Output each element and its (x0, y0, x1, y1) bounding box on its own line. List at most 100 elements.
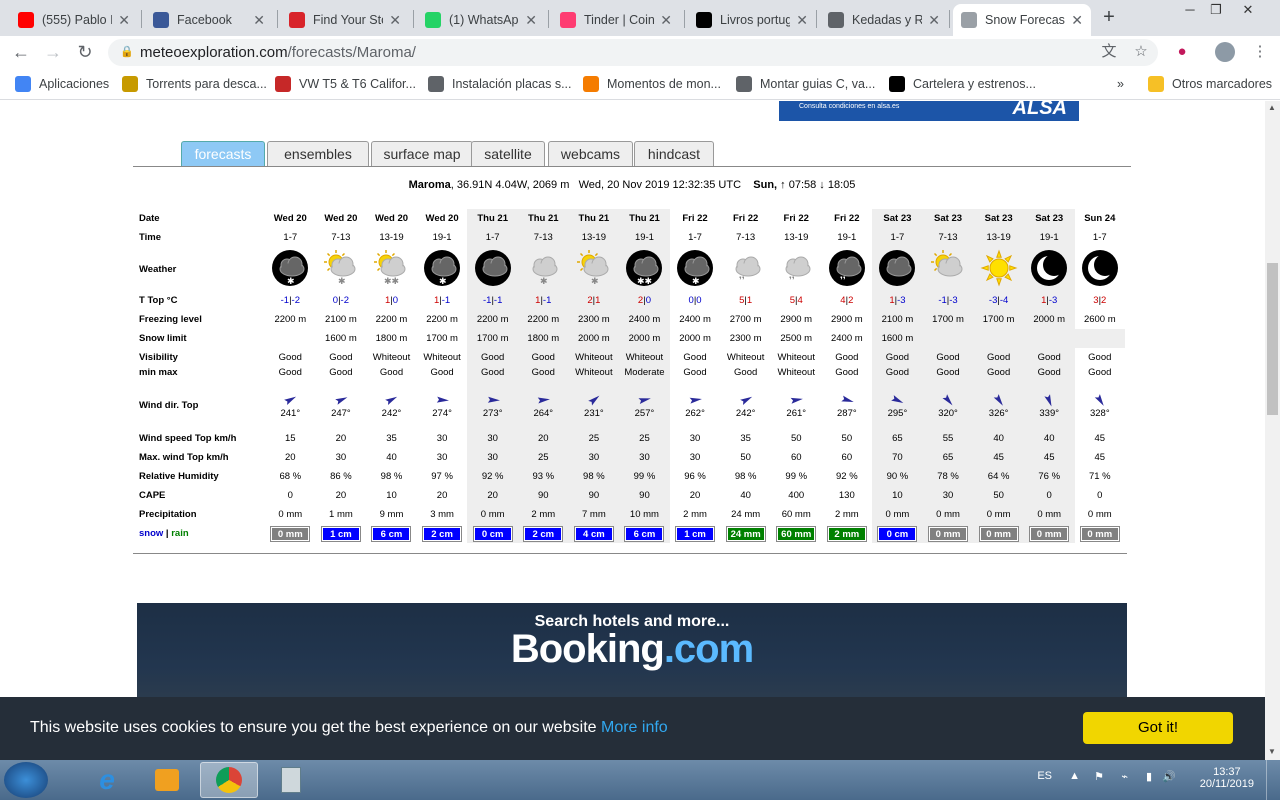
got-it-button[interactable]: Got it! (1083, 712, 1233, 744)
forecast-cell: 78 % (922, 467, 974, 486)
site-tab-ensembles[interactable]: ensembles (267, 141, 369, 166)
close-tab-icon[interactable]: ✕ (253, 12, 265, 29)
wind-speed: 50 (790, 433, 802, 444)
bookmark-item[interactable]: Momentos de mon... (583, 75, 721, 93)
browser-tab[interactable]: Kedadas y Rutas ✕ (820, 4, 948, 36)
snow-limit: 2000 m (578, 333, 610, 344)
forecast-cell: 320° (922, 382, 974, 429)
profile-avatar[interactable] (1215, 42, 1235, 62)
media-player-icon[interactable] (138, 762, 196, 798)
bookmark-item[interactable]: Cartelera y estrenos... (889, 75, 1036, 93)
forecast-cell: 1-7 (872, 228, 923, 247)
precipitation: 2 mm (531, 509, 556, 520)
close-tab-icon[interactable]: ✕ (525, 12, 537, 29)
forecast-cell: 287° (822, 382, 873, 429)
row-label: Relative Humidity (139, 471, 219, 482)
forecast-cell: 0 mm (922, 505, 974, 524)
windows-taskbar: e ES ▲ ⚑ ⌁ ▮ 🔊 13:37 20/11/2019 (0, 760, 1280, 800)
forecast-cell: 2|0 (619, 291, 670, 310)
restore-button[interactable]: ❐ (1202, 0, 1230, 22)
wind-direction-arrow-icon (942, 394, 953, 406)
close-tab-icon[interactable]: ✕ (928, 12, 940, 29)
browser-tab[interactable]: Livros portugueses ✕ (688, 4, 816, 36)
cape-value: 20 (335, 490, 347, 501)
browser-tab[interactable]: (1) WhatsApp ✕ (417, 4, 545, 36)
relative-humidity: 96 % (684, 471, 706, 482)
flag-icon[interactable]: ⚑ (1094, 770, 1104, 783)
forecast-cell: 1700 m (417, 329, 468, 348)
forecast-cell: 2 cm (417, 524, 468, 543)
bookmark-item[interactable]: VW T5 & T6 Califor... (275, 75, 416, 93)
chrome-taskbar-icon[interactable] (200, 762, 258, 798)
other-bookmarks[interactable]: Otros marcadores (1148, 75, 1272, 93)
translate-icon[interactable]: 文 (1099, 42, 1119, 62)
address-bar[interactable]: 🔒 meteoexploration.com/forecasts/Maroma/ (108, 39, 1158, 66)
browser-tab[interactable]: Find Your Story ✕ (281, 4, 409, 36)
menu-dots-icon[interactable]: ⋮ (1250, 42, 1270, 62)
bookmark-item[interactable]: Montar guias C, va... (736, 75, 875, 93)
column-time: 13-19 (379, 232, 404, 243)
show-desktop-button[interactable] (1266, 760, 1280, 800)
precipitation: 2 mm (834, 509, 859, 520)
minimize-button[interactable]: ─ (1176, 0, 1204, 22)
visibility-min: Good (1088, 352, 1112, 363)
calculator-icon[interactable] (262, 762, 320, 798)
volume-icon[interactable]: 🔊 (1162, 770, 1176, 783)
close-window-button[interactable]: ✕ (1234, 0, 1262, 22)
clock[interactable]: 13:37 20/11/2019 (1200, 766, 1254, 790)
network-icon[interactable]: ▮ (1146, 770, 1152, 783)
visibility-min: Good (531, 352, 555, 363)
site-tab-surface-map[interactable]: surface map (371, 141, 473, 166)
extension-icon[interactable]: ● (1172, 42, 1192, 62)
alsa-ad-banner[interactable]: Consulta condiciones en alsa.es ALSA (779, 101, 1079, 121)
scroll-up-icon[interactable]: ▲ (1268, 103, 1276, 112)
more-info-link[interactable]: More info (601, 719, 668, 736)
bookmarks-overflow-button[interactable]: » (1117, 75, 1124, 93)
site-tab-forecasts[interactable]: forecasts (181, 141, 265, 166)
language-indicator[interactable]: ES (1037, 770, 1052, 782)
internet-explorer-icon[interactable]: e (78, 762, 136, 798)
close-tab-icon[interactable]: ✕ (1071, 12, 1083, 29)
forecast-cell: 2 mm (517, 505, 569, 524)
browser-tab[interactable]: Tinder | Coincide ✕ (552, 4, 680, 36)
bookmark-item[interactable]: Torrents para desca... (122, 75, 267, 93)
page-scrollbar[interactable]: ▲ ▼ (1265, 101, 1280, 760)
bookmark-label: VW T5 & T6 Califor... (299, 77, 416, 91)
site-tab-satellite[interactable]: satellite (471, 141, 545, 166)
column-date: Fri 22 (682, 213, 708, 224)
start-button[interactable] (4, 762, 48, 798)
bookmark-item[interactable]: Aplicaciones (15, 75, 109, 93)
browser-tab[interactable]: Facebook ✕ (145, 4, 273, 36)
site-tab-hindcast[interactable]: hindcast (634, 141, 714, 166)
bookmark-label: Instalación placas s... (452, 77, 572, 91)
close-tab-icon[interactable]: ✕ (660, 12, 672, 29)
rain-legend-label: rain (171, 528, 189, 539)
new-tab-button[interactable]: + (1097, 6, 1121, 30)
close-tab-icon[interactable]: ✕ (118, 12, 130, 29)
site-tab-webcams[interactable]: webcams (548, 141, 633, 166)
forecast-cell: 55 (922, 429, 974, 448)
forward-arrow-icon[interactable]: → (41, 40, 65, 64)
forecast-cell: 13-19 (568, 228, 620, 247)
visibility-max: Good (329, 367, 353, 378)
forecast-cell: Whiteout Whiteout (771, 348, 822, 382)
scroll-thumb[interactable] (1267, 263, 1278, 415)
power-icon[interactable]: ⌁ (1121, 770, 1128, 783)
relative-humidity: 99 % (633, 471, 656, 482)
scroll-down-icon[interactable]: ▼ (1268, 747, 1276, 756)
browser-tab[interactable]: (555) Pablo Iglesias ✕ (10, 4, 138, 36)
tray-arrow-icon[interactable]: ▲ (1069, 770, 1080, 782)
close-tab-icon[interactable]: ✕ (796, 12, 808, 29)
close-tab-icon[interactable]: ✕ (389, 12, 401, 29)
browser-tab[interactable]: Snow Forecast ✕ (953, 4, 1091, 36)
forecast-cell: 30 (417, 429, 468, 448)
forecast-cell: Fri 22 (720, 209, 771, 228)
wind-direction-degrees: 242° (381, 408, 402, 419)
bookmark-item[interactable]: Instalación placas s... (428, 75, 572, 93)
back-arrow-icon[interactable]: ← (9, 40, 33, 64)
reload-icon[interactable]: ↻ (73, 40, 97, 64)
bookmark-star-icon[interactable]: ☆ (1131, 42, 1151, 62)
freezing-level: 2000 m (1033, 314, 1066, 325)
folder-icon (1148, 76, 1164, 92)
forecast-cell: 20 (316, 486, 367, 505)
